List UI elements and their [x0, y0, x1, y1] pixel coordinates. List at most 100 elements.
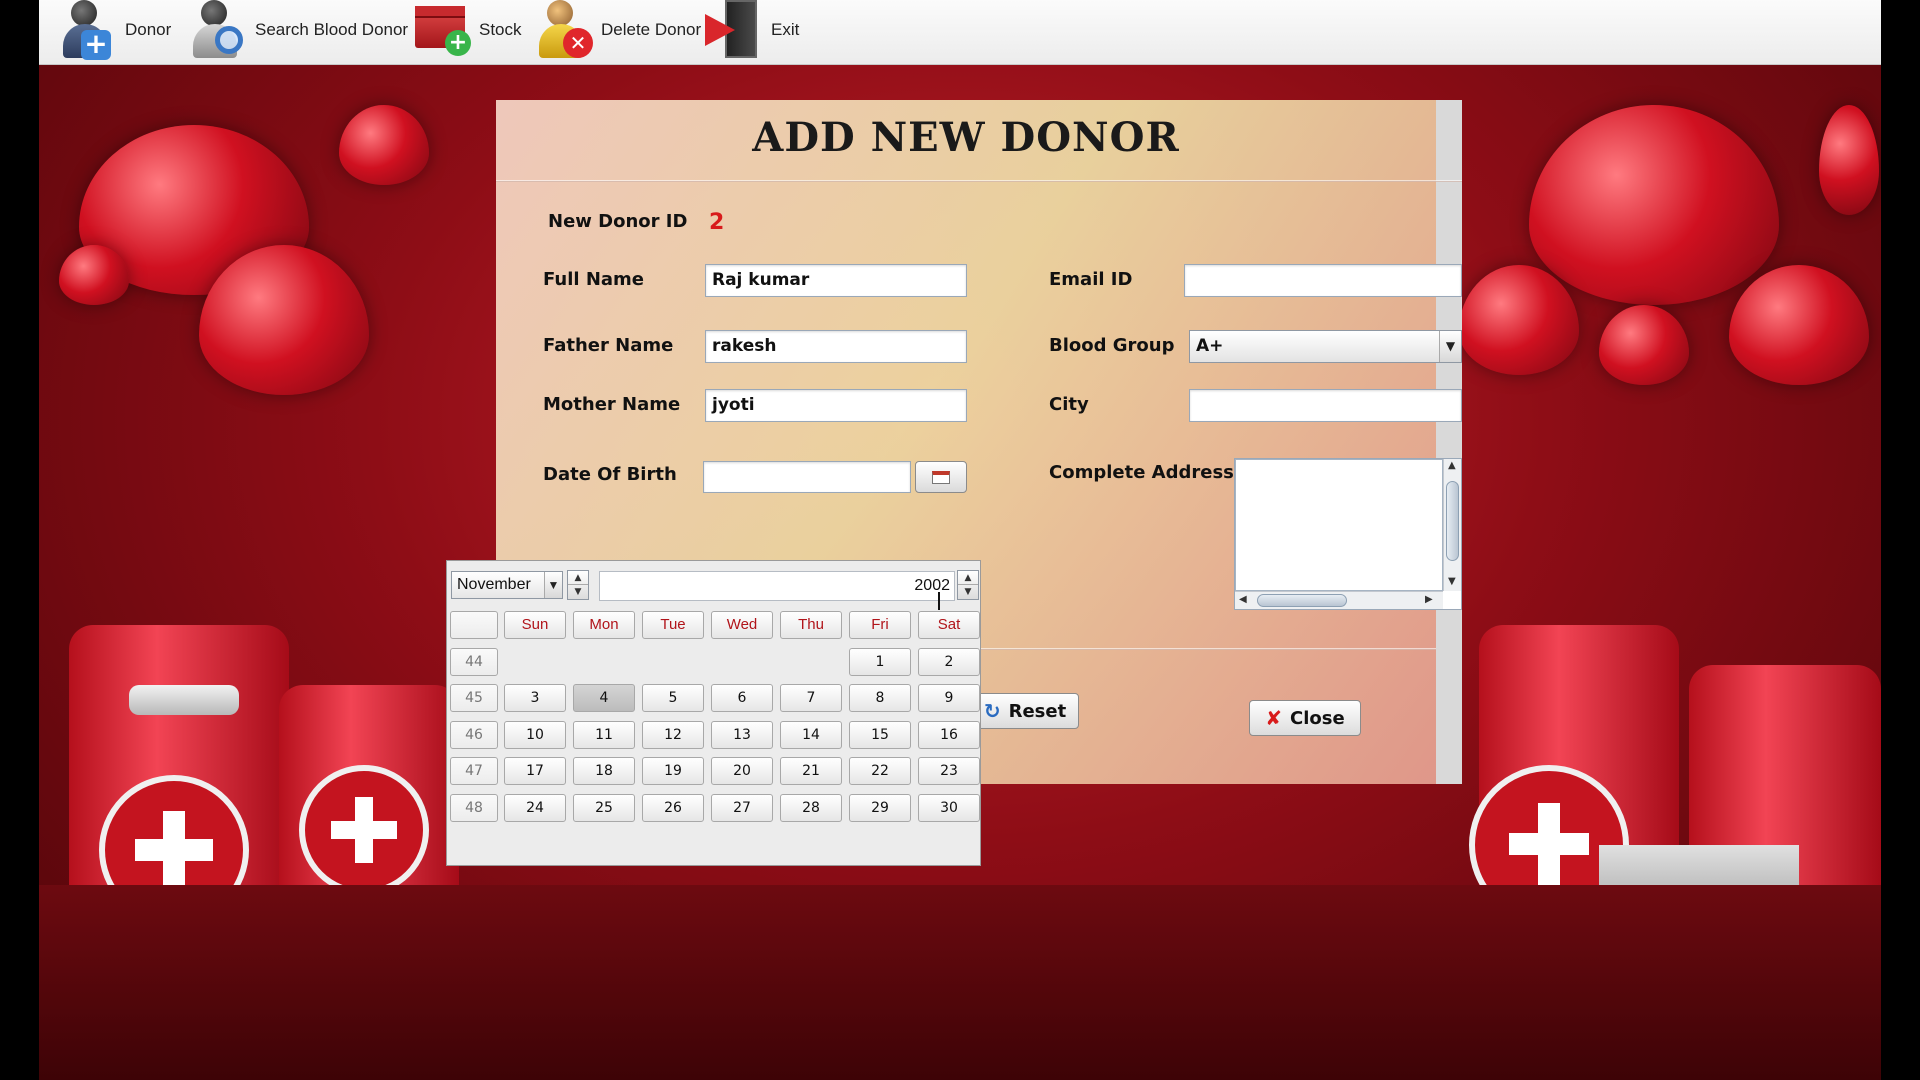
app-window: + Donor Search Blood Donor + Stock ✕ Del… [39, 0, 1881, 1080]
horizontal-scrollbar[interactable]: ◀ ▶ [1235, 591, 1443, 609]
city-label: City [1049, 394, 1089, 415]
full-name-field[interactable]: Raj kumar [705, 264, 967, 297]
email-id-field[interactable] [1184, 264, 1462, 297]
calendar-day[interactable]: 29 [849, 793, 911, 822]
calendar-day[interactable]: 9 [918, 684, 980, 712]
year-field[interactable]: 2002 [599, 571, 955, 601]
spin-down-icon[interactable]: ▼ [958, 585, 978, 599]
calendar-day[interactable]: 16 [918, 720, 980, 749]
donor-button[interactable]: + Donor [57, 0, 171, 60]
calendar-day[interactable]: 30 [918, 793, 980, 822]
week-number: 44 [450, 647, 498, 676]
blood-group-select[interactable]: A+ ▼ [1189, 330, 1462, 363]
year-spinner[interactable]: ▲ ▼ [957, 570, 979, 600]
close-button[interactable]: ✘ Close [1249, 700, 1361, 736]
search-blood-donor-button[interactable]: Search Blood Donor [187, 0, 408, 60]
calendar-day[interactable]: 14 [780, 720, 842, 749]
blood-group-selected: A+ [1196, 336, 1224, 356]
address-text[interactable] [1235, 459, 1443, 591]
week-number: 46 [450, 720, 498, 749]
refresh-icon: ↻ [983, 699, 1001, 723]
delete-donor-icon: ✕ [533, 0, 595, 60]
calendar-day[interactable]: 12 [642, 720, 704, 749]
scroll-left-icon[interactable]: ◀ [1239, 593, 1247, 607]
week-number-header [450, 611, 498, 639]
reset-button[interactable]: ↻ Reset [971, 693, 1079, 729]
spin-down-icon[interactable]: ▼ [568, 585, 588, 599]
calendar-day[interactable]: 17 [504, 757, 566, 785]
stock-icon: + [411, 0, 473, 60]
scroll-right-icon[interactable]: ▶ [1425, 593, 1433, 607]
calendar-day[interactable]: 25 [573, 793, 635, 822]
calendar-day[interactable]: 8 [849, 684, 911, 712]
week-number: 47 [450, 757, 498, 785]
complete-address-label: Complete Address [1049, 462, 1234, 483]
reset-button-label: Reset [1008, 700, 1067, 722]
heart-drop-decoration [1529, 105, 1779, 305]
week-number: 45 [450, 684, 498, 712]
calendar-day[interactable]: 28 [780, 793, 842, 822]
father-name-label: Father Name [543, 335, 674, 356]
chevron-down-icon[interactable]: ▼ [544, 572, 562, 598]
calendar-day[interactable]: 5 [642, 684, 704, 712]
search-blood-donor-label: Search Blood Donor [255, 20, 409, 39]
date-of-birth-label: Date Of Birth [543, 464, 677, 485]
date-picker-button[interactable] [915, 461, 967, 493]
date-of-birth-field[interactable] [703, 461, 911, 493]
calendar-day[interactable]: 3 [504, 684, 566, 712]
calendar-day[interactable]: 4 [573, 684, 635, 712]
calendar-day[interactable]: 19 [642, 757, 704, 785]
horizontal-scroll-thumb[interactable] [1257, 594, 1347, 607]
day-header-wed: Wed [711, 611, 773, 639]
month-selected: November [457, 576, 531, 593]
vertical-scroll-thumb[interactable] [1446, 481, 1459, 561]
toolbar: + Donor Search Blood Donor + Stock ✕ Del… [39, 0, 1881, 65]
close-button-label: Close [1290, 707, 1345, 729]
calendar-day[interactable]: 11 [573, 720, 635, 749]
exit-icon [703, 0, 765, 60]
month-spinner[interactable]: ▲ ▼ [567, 570, 589, 600]
city-field[interactable] [1189, 389, 1462, 422]
spin-up-icon[interactable]: ▲ [958, 571, 978, 585]
mother-name-label: Mother Name [543, 394, 681, 415]
calendar-day[interactable]: 22 [849, 757, 911, 785]
exit-button[interactable]: Exit [703, 0, 799, 60]
day-header-thu: Thu [780, 611, 842, 639]
calendar-day[interactable]: 26 [642, 793, 704, 822]
blood-drop-decoration [1729, 265, 1869, 385]
blood-drop-decoration [1459, 265, 1579, 375]
delete-donor-button[interactable]: ✕ Delete Donor [533, 0, 701, 60]
calendar-day[interactable]: 2 [918, 647, 980, 676]
email-id-label: Email ID [1049, 269, 1133, 290]
calendar-day[interactable]: 7 [780, 684, 842, 712]
blood-drop-decoration [1819, 105, 1879, 215]
date-picker-popup: November ▼ ▲ ▼ 2002 ▲ ▼ Sun Mon Tue Wed Thu Fri… [446, 560, 981, 866]
vertical-scrollbar[interactable]: ▲ ▼ [1443, 459, 1461, 591]
month-select[interactable]: November ▼ [451, 571, 563, 599]
calendar-day[interactable]: 13 [711, 720, 773, 749]
week-number: 48 [450, 793, 498, 822]
calendar-day[interactable]: 18 [573, 757, 635, 785]
calendar-day[interactable]: 1 [849, 647, 911, 676]
blood-group-label: Blood Group [1049, 335, 1175, 356]
calendar-day[interactable]: 10 [504, 720, 566, 749]
calendar-day[interactable]: 20 [711, 757, 773, 785]
scroll-up-icon[interactable]: ▲ [1448, 459, 1456, 473]
chevron-down-icon[interactable]: ▼ [1439, 331, 1461, 362]
calendar-day[interactable]: 27 [711, 793, 773, 822]
complete-address-textarea[interactable]: ▲ ▼ ◀ ▶ [1234, 458, 1462, 610]
calendar-day[interactable]: 23 [918, 757, 980, 785]
spin-up-icon[interactable]: ▲ [568, 571, 588, 585]
search-donor-icon [187, 0, 249, 60]
mother-name-field[interactable]: jyoti [705, 389, 967, 422]
stock-button[interactable]: + Stock [411, 0, 522, 60]
calendar-day[interactable]: 15 [849, 720, 911, 749]
father-name-field[interactable]: rakesh [705, 330, 967, 363]
calendar-day[interactable]: 6 [711, 684, 773, 712]
calendar-day[interactable]: 21 [780, 757, 842, 785]
day-header-tue: Tue [642, 611, 704, 639]
calendar-day[interactable]: 24 [504, 793, 566, 822]
day-header-mon: Mon [573, 611, 635, 639]
day-header-fri: Fri [849, 611, 911, 639]
scroll-down-icon[interactable]: ▼ [1448, 575, 1456, 589]
